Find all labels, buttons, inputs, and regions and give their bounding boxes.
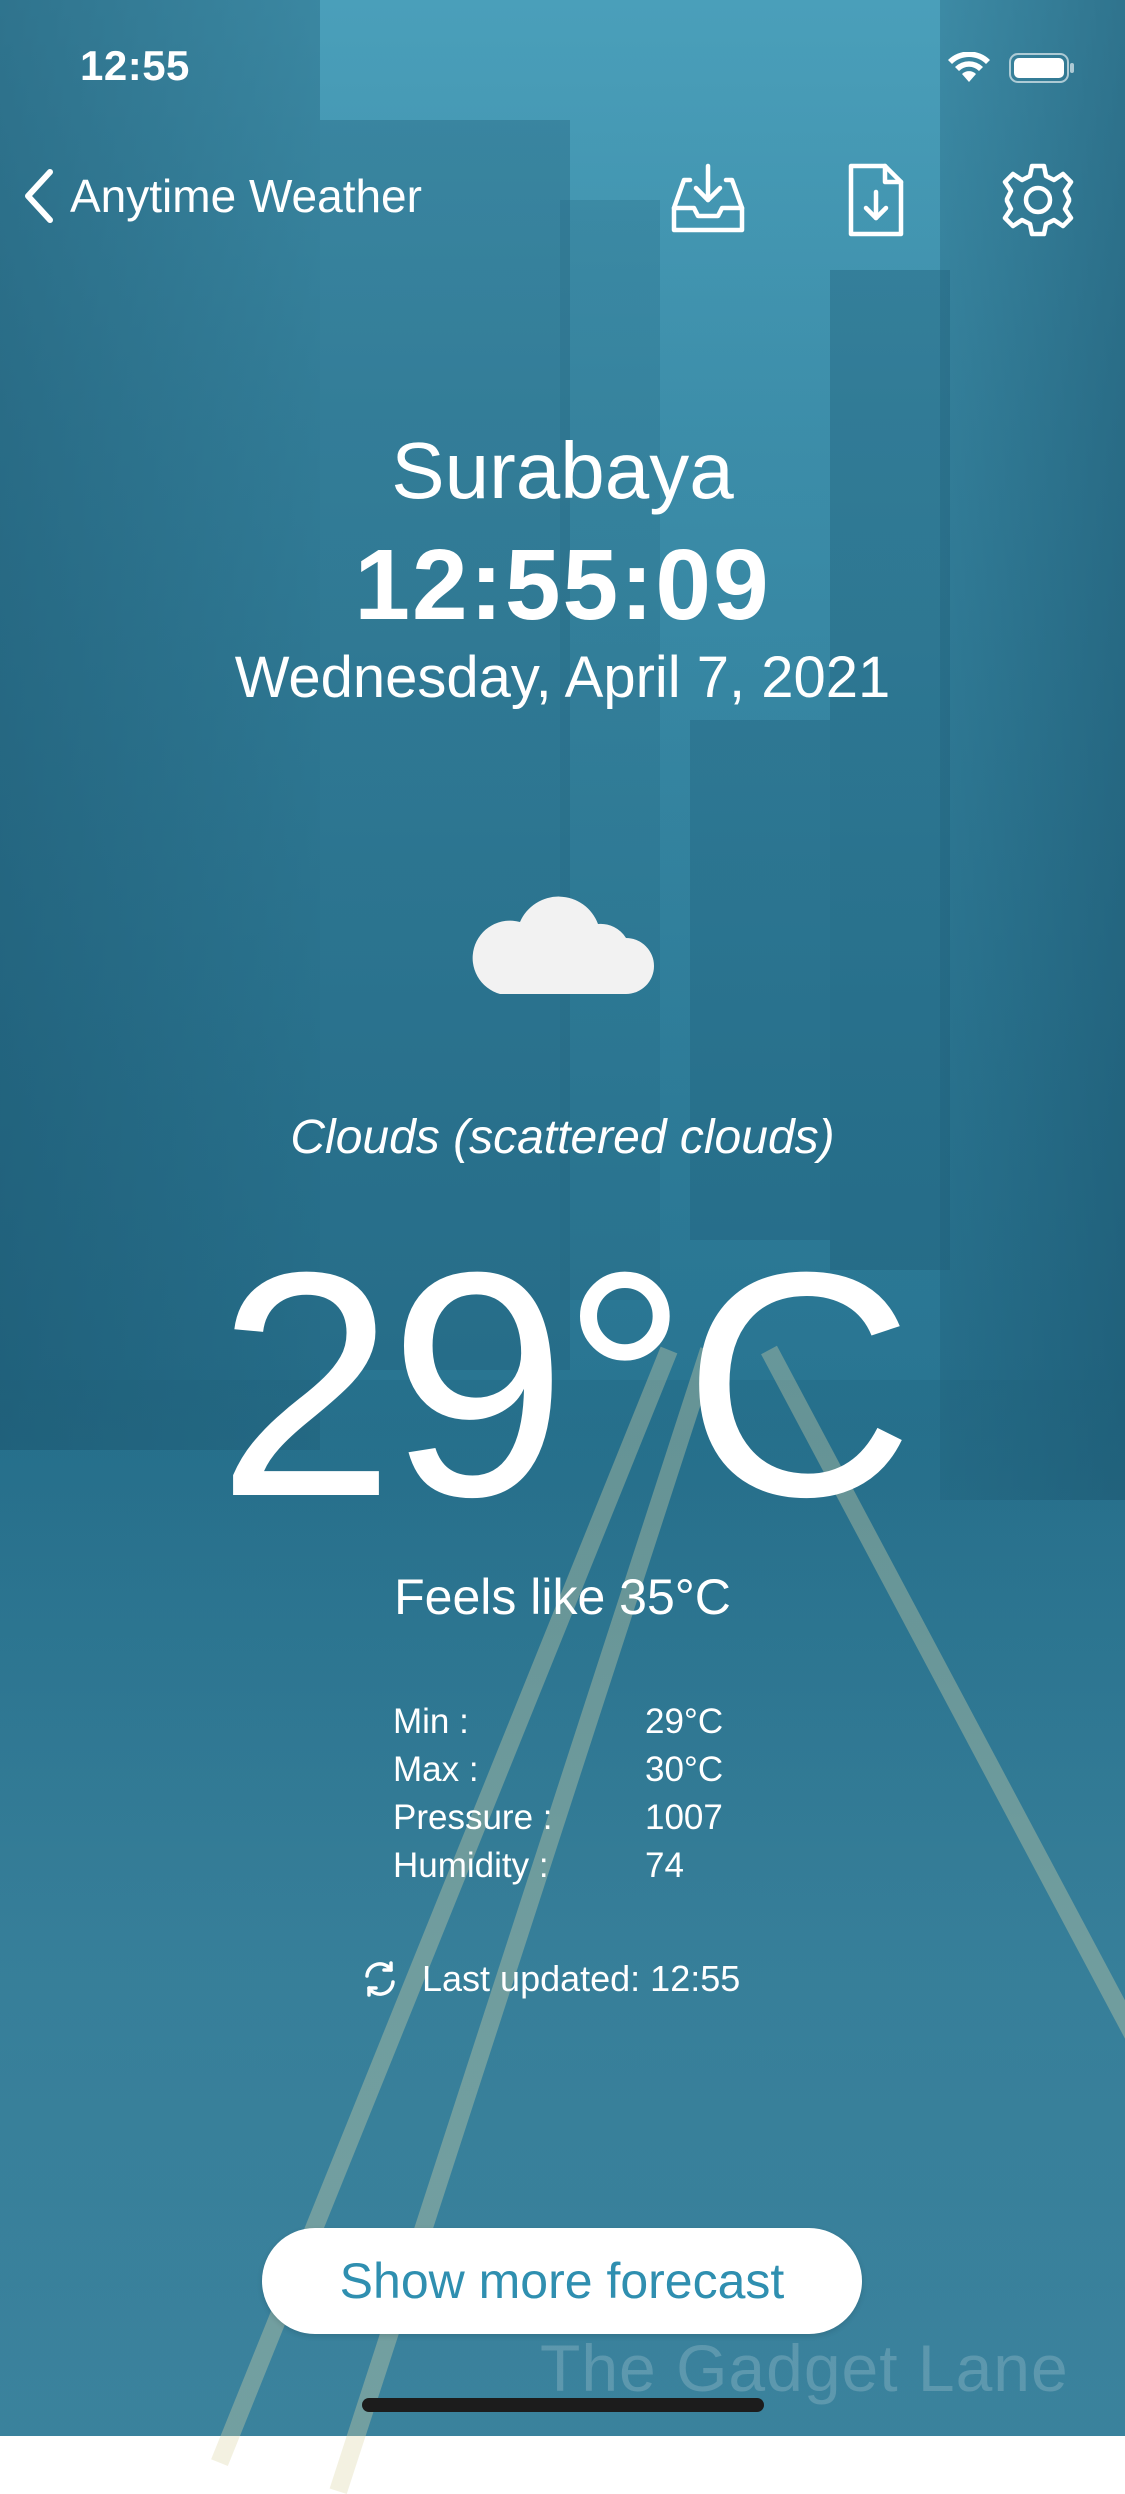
last-updated[interactable]: Last updated: 12:55	[360, 1958, 740, 2000]
gear-icon[interactable]	[998, 160, 1078, 240]
watermark: The Gadget Lane	[540, 2331, 1069, 2405]
weather-description: Clouds (scattered clouds)	[290, 1111, 835, 1164]
stat-row-max: Max : 30°C	[393, 1746, 723, 1794]
back-button[interactable]: Anytime Weather	[22, 168, 422, 224]
refresh-icon	[365, 1961, 395, 1997]
stat-label: Max :	[393, 1750, 479, 1789]
battery-icon	[1009, 53, 1074, 83]
cloud-icon	[472, 896, 654, 994]
stat-value: 1007	[645, 1798, 723, 1837]
home-indicator[interactable]	[362, 2398, 764, 2412]
stat-row-pressure: Pressure : 1007	[393, 1794, 723, 1842]
stat-row-humidity: Humidity : 74	[393, 1842, 723, 1890]
city-name: Surabaya	[391, 426, 734, 515]
file-download-icon[interactable]	[836, 160, 916, 240]
stat-value: 30°C	[645, 1750, 724, 1789]
status-time: 12:55	[80, 42, 190, 89]
temperature: 29°C	[217, 1205, 914, 1563]
stat-value: 29°C	[645, 1702, 724, 1741]
stat-label: Pressure :	[393, 1798, 553, 1837]
status-bar: 12:55	[0, 0, 1125, 130]
current-date: Wednesday, April 7, 2021	[234, 645, 891, 710]
current-time: 12:55:09	[354, 529, 771, 641]
feels-like: Feels like 35°C	[394, 1569, 731, 1625]
last-updated-text: Last updated: 12:55	[422, 1958, 741, 1999]
show-more-forecast-button[interactable]: Show more forecast	[262, 2228, 862, 2334]
stat-label: Min :	[393, 1702, 469, 1741]
navigation-bar: Anytime Weather	[0, 150, 1125, 250]
inbox-download-icon[interactable]	[668, 160, 748, 240]
chevron-left-icon	[25, 169, 53, 223]
wifi-icon	[948, 52, 990, 82]
stat-value: 74	[645, 1846, 684, 1885]
stat-row-min: Min : 29°C	[393, 1698, 723, 1746]
back-title: Anytime Weather	[70, 170, 422, 222]
stat-label: Humidity :	[393, 1846, 549, 1885]
weather-stats: Min : 29°C Max : 30°C Pressure : 1007 Hu…	[393, 1698, 723, 1890]
